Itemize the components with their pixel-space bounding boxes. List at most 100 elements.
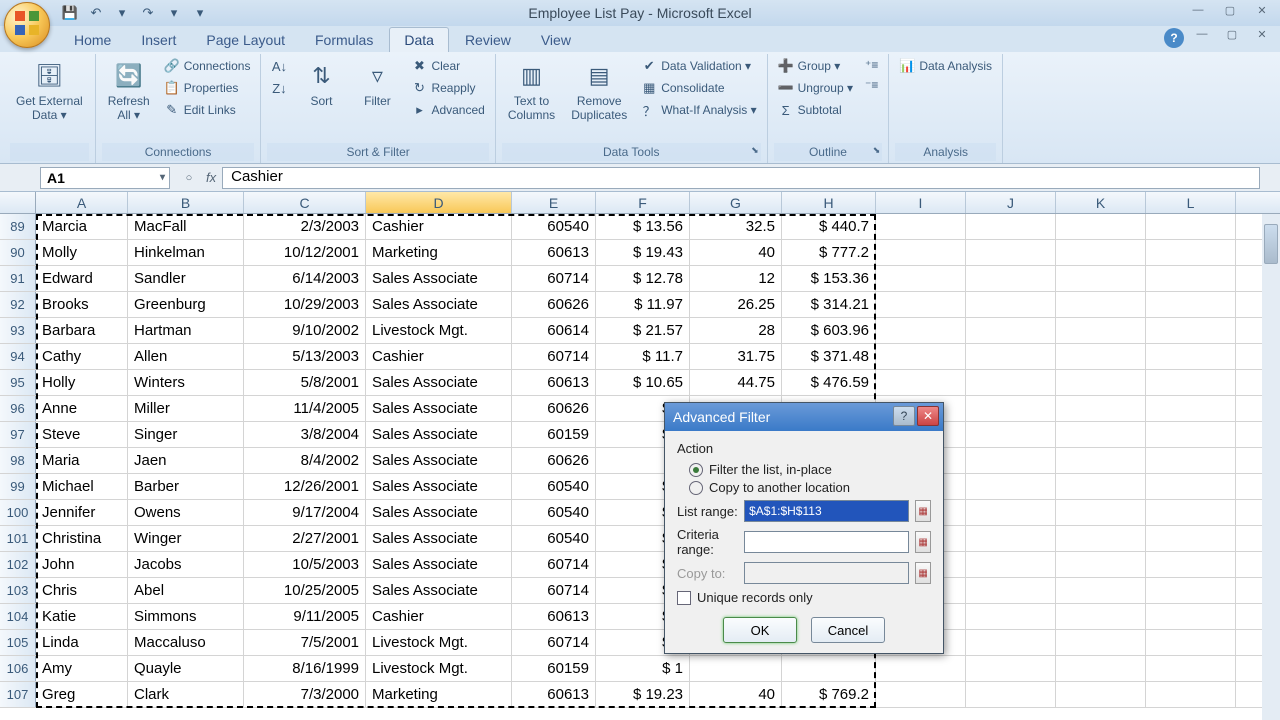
criteria-range-picker[interactable]: ▦	[915, 531, 931, 553]
cell[interactable]	[1056, 448, 1146, 473]
cell[interactable]	[966, 422, 1056, 447]
cell[interactable]: 60540	[512, 474, 596, 499]
cell[interactable]: Christina	[36, 526, 128, 551]
cell[interactable]: 44.75	[690, 370, 782, 395]
cell[interactable]	[1056, 240, 1146, 265]
worksheet-grid[interactable]: ABCDEFGHIJKL 89MarciaMacFall2/3/2003Cash…	[0, 192, 1280, 720]
cell[interactable]: 60714	[512, 578, 596, 603]
table-row[interactable]: 97SteveSinger3/8/2004Sales Associate6015…	[0, 422, 1280, 448]
cell[interactable]: 60626	[512, 396, 596, 421]
table-row[interactable]: 102JohnJacobs10/5/2003Sales Associate607…	[0, 552, 1280, 578]
cell[interactable]	[1146, 526, 1236, 551]
copy-to-picker[interactable]: ▦	[915, 562, 931, 584]
row-header[interactable]: 95	[0, 370, 36, 395]
cell[interactable]: 9/11/2005	[244, 604, 366, 629]
cell[interactable]: 26.25	[690, 292, 782, 317]
scrollbar-thumb[interactable]	[1264, 224, 1278, 264]
row-header[interactable]: 99	[0, 474, 36, 499]
qat-customize[interactable]: ▾	[190, 3, 210, 23]
table-row[interactable]: 106AmyQuayle8/16/1999Livestock Mgt.60159…	[0, 656, 1280, 682]
cell[interactable]: Livestock Mgt.	[366, 630, 512, 655]
cell[interactable]: $ 11.97	[596, 292, 690, 317]
cell[interactable]: 60714	[512, 552, 596, 577]
clear-filter-button[interactable]: ✖Clear	[407, 56, 488, 76]
cell[interactable]	[966, 682, 1056, 707]
cell[interactable]	[1056, 292, 1146, 317]
cell[interactable]: Marketing	[366, 240, 512, 265]
column-header-A[interactable]: A	[36, 192, 128, 213]
cell[interactable]: 60613	[512, 682, 596, 707]
save-icon[interactable]: 💾	[60, 3, 80, 23]
close-button[interactable]: ✕	[1250, 4, 1274, 22]
ribbon-close[interactable]: ✕	[1250, 28, 1274, 46]
list-range-input[interactable]	[744, 500, 909, 522]
name-box[interactable]: A1	[40, 167, 170, 189]
cell[interactable]: Clark	[128, 682, 244, 707]
cell[interactable]: Quayle	[128, 656, 244, 681]
cell[interactable]: $ 769.2	[782, 682, 876, 707]
show-detail-button[interactable]: ⁺≡	[861, 56, 882, 74]
cell[interactable]: $ 1	[596, 656, 690, 681]
cell[interactable]: Miller	[128, 396, 244, 421]
column-header-L[interactable]: L	[1146, 192, 1236, 213]
cell[interactable]: 3/8/2004	[244, 422, 366, 447]
tab-data[interactable]: Data	[389, 27, 449, 52]
undo-more[interactable]: ▾	[112, 3, 132, 23]
row-header[interactable]: 106	[0, 656, 36, 681]
tab-insert[interactable]: Insert	[127, 28, 190, 52]
cell[interactable]: Cashier	[366, 214, 512, 239]
row-header[interactable]: 100	[0, 500, 36, 525]
cell[interactable]: Sales Associate	[366, 578, 512, 603]
data-analysis-button[interactable]: 📊Data Analysis	[895, 56, 996, 76]
cell[interactable]: Singer	[128, 422, 244, 447]
cell[interactable]: 40	[690, 682, 782, 707]
connections-button[interactable]: 🔗Connections	[160, 56, 255, 76]
cell[interactable]: $ 13.56	[596, 214, 690, 239]
text-to-columns-button[interactable]: ▥Text to Columns	[502, 56, 561, 127]
cell[interactable]: Livestock Mgt.	[366, 656, 512, 681]
reapply-button[interactable]: ↻Reapply	[407, 78, 488, 98]
cancel-button[interactable]: Cancel	[811, 617, 885, 643]
cell[interactable]: Sales Associate	[366, 448, 512, 473]
cell[interactable]: Livestock Mgt.	[366, 318, 512, 343]
tab-home[interactable]: Home	[60, 28, 125, 52]
cell[interactable]	[1056, 318, 1146, 343]
cell[interactable]	[1056, 500, 1146, 525]
hide-detail-button[interactable]: ⁻≡	[861, 76, 882, 94]
cell[interactable]: Owens	[128, 500, 244, 525]
consolidate-button[interactable]: ▦Consolidate	[637, 78, 760, 98]
cell[interactable]: $ 11.7	[596, 344, 690, 369]
cell[interactable]: 60540	[512, 526, 596, 551]
cell[interactable]: Anne	[36, 396, 128, 421]
cell[interactable]: Linda	[36, 630, 128, 655]
cell[interactable]: 8/4/2002	[244, 448, 366, 473]
cell[interactable]: 60540	[512, 500, 596, 525]
cell[interactable]: 10/5/2003	[244, 552, 366, 577]
cell[interactable]	[966, 448, 1056, 473]
cell[interactable]: Sales Associate	[366, 500, 512, 525]
cell[interactable]: John	[36, 552, 128, 577]
cell[interactable]: Marcia	[36, 214, 128, 239]
row-header[interactable]: 105	[0, 630, 36, 655]
table-row[interactable]: 93BarbaraHartman9/10/2002Livestock Mgt.6…	[0, 318, 1280, 344]
cell[interactable]: 12	[690, 266, 782, 291]
tab-formulas[interactable]: Formulas	[301, 28, 387, 52]
column-header-D[interactable]: D	[366, 192, 512, 213]
cell[interactable]: 28	[690, 318, 782, 343]
tab-review[interactable]: Review	[451, 28, 525, 52]
cell[interactable]: 60714	[512, 344, 596, 369]
cell[interactable]	[1146, 240, 1236, 265]
cell[interactable]	[1146, 604, 1236, 629]
cell[interactable]	[966, 500, 1056, 525]
cell[interactable]: $ 476.59	[782, 370, 876, 395]
cell[interactable]: $ 21.57	[596, 318, 690, 343]
table-row[interactable]: 100JenniferOwens9/17/2004Sales Associate…	[0, 500, 1280, 526]
cell[interactable]	[876, 266, 966, 291]
cell[interactable]: Allen	[128, 344, 244, 369]
cell[interactable]: Winters	[128, 370, 244, 395]
cell[interactable]	[1146, 448, 1236, 473]
table-row[interactable]: 107GregClark7/3/2000Marketing60613$ 19.2…	[0, 682, 1280, 708]
column-header-I[interactable]: I	[876, 192, 966, 213]
cell[interactable]: Sales Associate	[366, 422, 512, 447]
row-header[interactable]: 101	[0, 526, 36, 551]
